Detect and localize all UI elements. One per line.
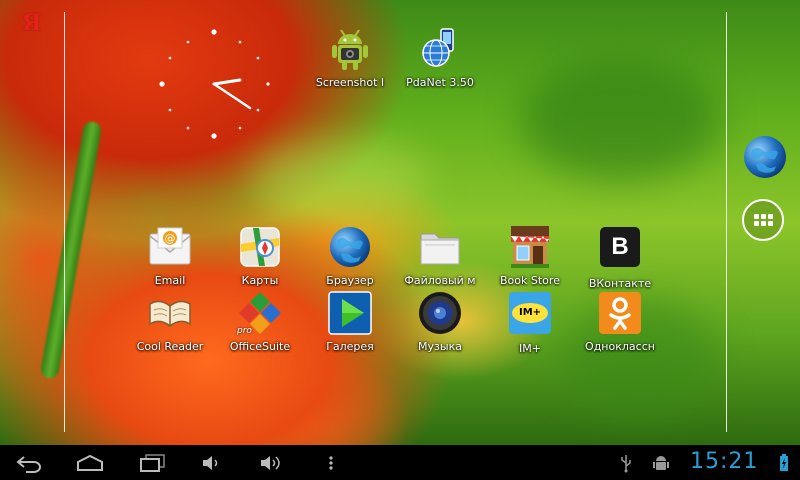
svg-text:@: @ <box>165 232 176 245</box>
app-book-store[interactable]: Book Store <box>485 224 575 287</box>
app-browser[interactable]: Браузер <box>305 224 395 287</box>
system-navigation-bar: 15:21 <box>0 445 800 480</box>
usb-icon <box>621 454 631 472</box>
app-maps[interactable]: Карты <box>215 224 305 287</box>
pro-badge: pro <box>237 326 252 336</box>
app-pdanet[interactable]: PdaNet 3.50 <box>395 26 485 89</box>
app-label: IM+ <box>519 342 541 355</box>
vk-glyph: B <box>600 227 640 267</box>
app-label: Файловый м <box>404 274 476 287</box>
recent-apps-icon <box>140 453 165 472</box>
app-label: Cool Reader <box>136 340 204 353</box>
im-plus-icon: IM+ <box>507 292 553 338</box>
app-officesuite[interactable]: pro OfficeSuite <box>215 290 305 353</box>
volume-down-icon <box>203 455 218 470</box>
all-apps-button[interactable] <box>742 199 784 241</box>
app-vkontakte[interactable]: B ВКонтакте <box>575 224 665 290</box>
debug-status <box>650 445 672 480</box>
app-screenshot[interactable]: Screenshot I <box>305 26 395 89</box>
app-label: Карты <box>241 274 279 287</box>
app-odnoklassniki[interactable]: Одноклассн <box>575 290 665 353</box>
volume-up-button[interactable] <box>254 445 288 480</box>
app-label: Браузер <box>326 274 374 287</box>
android-camera-icon <box>327 26 373 72</box>
app-gallery[interactable]: Галерея <box>305 290 395 353</box>
im-plus-glyph: IM+ <box>512 303 548 323</box>
back-icon <box>16 455 41 473</box>
ok-icon <box>597 290 643 336</box>
email-icon: @ <box>147 224 193 270</box>
analog-clock-widget[interactable] <box>158 28 278 148</box>
officesuite-icon: pro <box>237 290 283 336</box>
globe-icon <box>327 224 373 270</box>
volume-down-button[interactable] <box>196 445 226 480</box>
play-icon <box>327 290 373 336</box>
volume-up-icon <box>261 455 280 470</box>
app-label: Email <box>154 274 186 287</box>
menu-button[interactable] <box>322 445 340 480</box>
app-music[interactable]: Музыка <box>395 290 485 353</box>
battery-status <box>776 445 792 480</box>
store-icon <box>507 224 553 270</box>
usb-status <box>616 445 636 480</box>
maps-icon <box>237 224 283 270</box>
app-label: PdaNet 3.50 <box>406 76 474 89</box>
globe-phone-icon <box>417 26 463 72</box>
flower-stem <box>39 120 103 380</box>
folder-icon <box>417 224 463 270</box>
app-label: Одноклассн <box>585 340 655 353</box>
app-email[interactable]: @ Email <box>125 224 215 287</box>
battery-charging-icon <box>780 453 788 471</box>
app-im-plus[interactable]: IM+ IM+ <box>485 290 575 355</box>
book-icon <box>147 290 193 336</box>
globe-icon <box>744 136 786 178</box>
menu-icon <box>329 455 333 470</box>
app-label: Музыка <box>418 340 462 353</box>
workspace-right-edge <box>726 12 727 432</box>
app-label: Галерея <box>326 340 374 353</box>
status-clock[interactable]: 15:21 <box>690 449 758 474</box>
speaker-icon <box>417 290 463 336</box>
app-label: OfficeSuite <box>229 340 291 353</box>
dock-browser-button[interactable] <box>742 134 788 180</box>
workspace-left-edge <box>64 12 65 432</box>
yandex-logo[interactable]: Я <box>22 10 41 36</box>
back-button[interactable] <box>12 445 48 480</box>
home-icon <box>77 454 103 471</box>
app-label: Book Store <box>500 274 560 287</box>
android-debug-icon <box>653 455 669 470</box>
app-file-manager[interactable]: Файловый м <box>395 224 485 287</box>
app-label: Screenshot I <box>315 76 385 89</box>
vk-icon: B <box>597 227 643 273</box>
recent-apps-button[interactable] <box>134 445 170 480</box>
home-button[interactable] <box>72 445 108 480</box>
app-label: ВКонтакте <box>588 277 652 290</box>
app-cool-reader[interactable]: Cool Reader <box>125 290 215 353</box>
